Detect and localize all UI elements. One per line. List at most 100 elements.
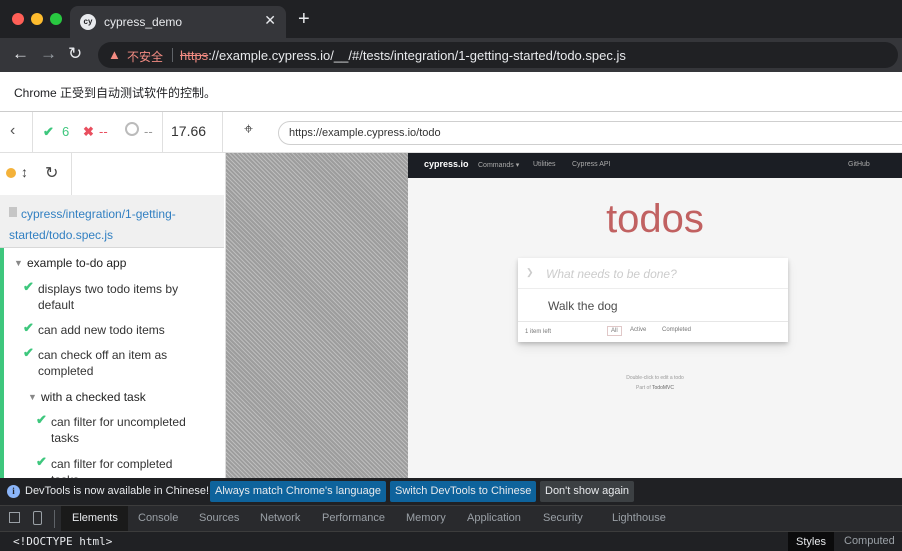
tab-memory[interactable]: Memory — [406, 512, 446, 524]
new-todo-input[interactable] — [546, 264, 776, 284]
todomvc-link[interactable]: TodoMVC — [652, 385, 674, 391]
address-bar[interactable]: ▲ 不安全 https://example.cypress.io/__/#/te… — [98, 42, 898, 68]
warning-icon: ▲ — [108, 47, 121, 62]
pass-check-icon: ✔ — [36, 454, 47, 469]
header-divider — [32, 112, 33, 153]
automation-message: Chrome 正受到自动测试软件的控制。 — [14, 86, 217, 100]
pending-count: -- — [144, 124, 153, 139]
expand-caret-icon[interactable]: ▼ — [14, 258, 23, 268]
test-title[interactable]: can filter for uncompleted tasks — [51, 414, 201, 446]
todo-item[interactable]: Walk the dog — [548, 299, 618, 313]
part-of-prefix: Part of — [636, 385, 653, 391]
toggle-all-chevron-icon[interactable]: ❯ — [526, 267, 534, 278]
devtools-language-infobar: i DevTools is now available in Chinese! … — [0, 478, 902, 505]
reload-icon[interactable]: ↻ — [68, 44, 82, 64]
cypress-reporter: ↕ ↻ cypress/integration/1-getting-starte… — [0, 153, 226, 478]
edit-hint: Double-click to edit a todo — [626, 375, 684, 381]
forward-arrow-icon[interactable]: → — [40, 44, 57, 64]
device-toolbar-icon[interactable] — [33, 511, 42, 525]
passed-count: 6 — [62, 124, 70, 139]
tab-network[interactable]: Network — [260, 512, 300, 524]
restart-icon[interactable]: ↻ — [45, 163, 58, 183]
tab-lighthouse[interactable]: Lighthouse — [612, 512, 666, 524]
header-divider — [162, 112, 163, 153]
address-url[interactable]: https://example.cypress.io/__/#/tests/in… — [180, 48, 626, 63]
spec-path-text: cypress/integration/1-getting-started/to… — [9, 207, 176, 242]
pending-circle-icon — [125, 122, 139, 136]
tabbar-divider — [54, 510, 55, 528]
passed-check-icon: ✔ — [43, 124, 54, 139]
tab-styles[interactable]: Styles — [788, 532, 834, 551]
controls-divider — [71, 153, 72, 195]
tab-computed[interactable]: Computed — [844, 535, 895, 547]
minimize-window-button[interactable] — [31, 13, 43, 25]
pass-check-icon: ✔ — [36, 412, 47, 427]
brand-logo[interactable]: cypress.io — [424, 159, 469, 169]
aut-url: https://example.cypress.io/todo — [289, 127, 441, 139]
always-match-language-button[interactable]: Always match Chrome's language — [210, 481, 386, 502]
switch-devtools-chinese-button[interactable]: Switch DevTools to Chinese — [390, 481, 537, 502]
filter-active[interactable]: Active — [627, 326, 649, 334]
tab-title: cypress_demo — [104, 15, 183, 29]
new-todo-row: ❯ — [518, 258, 788, 289]
test-title[interactable]: displays two todo items by default — [38, 281, 213, 313]
automation-infobar: Chrome 正受到自动测试软件的控制。 — [0, 72, 902, 112]
collapse-chevron-icon[interactable]: ‹ — [10, 122, 15, 140]
test-list: ▼ example to-do app ✔ displays two todo … — [0, 248, 224, 478]
selector-playground-crosshair-icon[interactable]: ⌖ — [244, 121, 253, 139]
nav-utilities[interactable]: Utilities — [533, 161, 556, 168]
tab-console[interactable]: Console — [138, 512, 178, 524]
suite-title[interactable]: example to-do app — [27, 255, 126, 271]
running-status-dot-icon — [6, 168, 16, 178]
dont-show-again-button[interactable]: Don't show again — [540, 481, 635, 502]
close-window-button[interactable] — [12, 13, 24, 25]
test-title[interactable]: can add new todo items — [38, 322, 213, 338]
tab-sources[interactable]: Sources — [199, 512, 239, 524]
back-arrow-icon[interactable]: ← — [12, 44, 29, 64]
tab-performance[interactable]: Performance — [322, 512, 385, 524]
devtools-tabbar: Elements Console Sources Network Perform… — [0, 505, 902, 531]
devtools-elements-panel: <!DOCTYPE html> Styles Computed — [0, 531, 902, 551]
filter-all[interactable]: All — [607, 326, 622, 336]
browser-toolbar: ← → ↻ ▲ 不安全 https://example.cypress.io/_… — [0, 38, 902, 72]
cypress-header: ‹ ✔ 6 ✖ -- -- 17.66 ⌖ https://example.cy… — [0, 112, 902, 153]
test-title[interactable]: can filter for completed tasks — [51, 456, 201, 478]
tab-security[interactable]: Security — [543, 512, 583, 524]
nav-cypress-api[interactable]: Cypress API — [572, 161, 611, 168]
nav-github[interactable]: GitHub — [848, 161, 870, 168]
spec-file-link[interactable]: cypress/integration/1-getting-started/to… — [9, 204, 214, 246]
doctype-node[interactable]: <!DOCTYPE html> — [13, 535, 112, 548]
tab-application[interactable]: Application — [467, 512, 521, 524]
run-duration: 17.66 — [171, 123, 207, 139]
inspect-element-icon[interactable] — [9, 512, 20, 523]
browser-tab[interactable]: cy cypress_demo ✕ — [70, 6, 286, 38]
address-divider — [172, 48, 173, 62]
reporter-controls: ↕ ↻ — [0, 153, 225, 195]
app-footer-info: Double-click to edit a todo Part of Todo… — [408, 373, 902, 393]
close-tab-icon[interactable]: ✕ — [264, 12, 276, 29]
insecure-label: 不安全 — [127, 50, 164, 64]
app-under-test: cypress.io Commands ▾ Utilities Cypress … — [408, 153, 902, 478]
header-divider — [222, 112, 223, 153]
new-tab-icon[interactable]: + — [298, 9, 310, 29]
failed-count: -- — [99, 124, 108, 139]
todos-heading: todos — [606, 197, 704, 241]
info-icon: i — [7, 485, 20, 498]
filter-completed[interactable]: Completed — [659, 326, 694, 334]
test-title[interactable]: can check off an item as completed — [38, 347, 188, 379]
failed-x-icon: ✖ — [83, 124, 94, 139]
expand-caret-icon[interactable]: ▼ — [28, 392, 37, 402]
url-path: ://example.cypress.io/__/#/tests/integra… — [208, 48, 626, 63]
app-navbar: cypress.io Commands ▾ Utilities Cypress … — [408, 153, 902, 178]
nav-commands[interactable]: Commands ▾ — [478, 161, 519, 169]
part-of-line: Part of TodoMVC — [408, 383, 902, 393]
maximize-window-button[interactable] — [50, 13, 62, 25]
tab-elements[interactable]: Elements — [72, 512, 118, 524]
pass-check-icon: ✔ — [23, 345, 34, 360]
aut-url-bar[interactable]: https://example.cypress.io/todo — [278, 121, 902, 145]
auto-scroll-arrows-icon[interactable]: ↕ — [21, 164, 28, 180]
spec-header: cypress/integration/1-getting-started/to… — [0, 195, 224, 248]
cypress-favicon-icon: cy — [80, 14, 96, 30]
nested-suite-title[interactable]: with a checked task — [41, 389, 146, 405]
pass-check-icon: ✔ — [23, 320, 34, 335]
